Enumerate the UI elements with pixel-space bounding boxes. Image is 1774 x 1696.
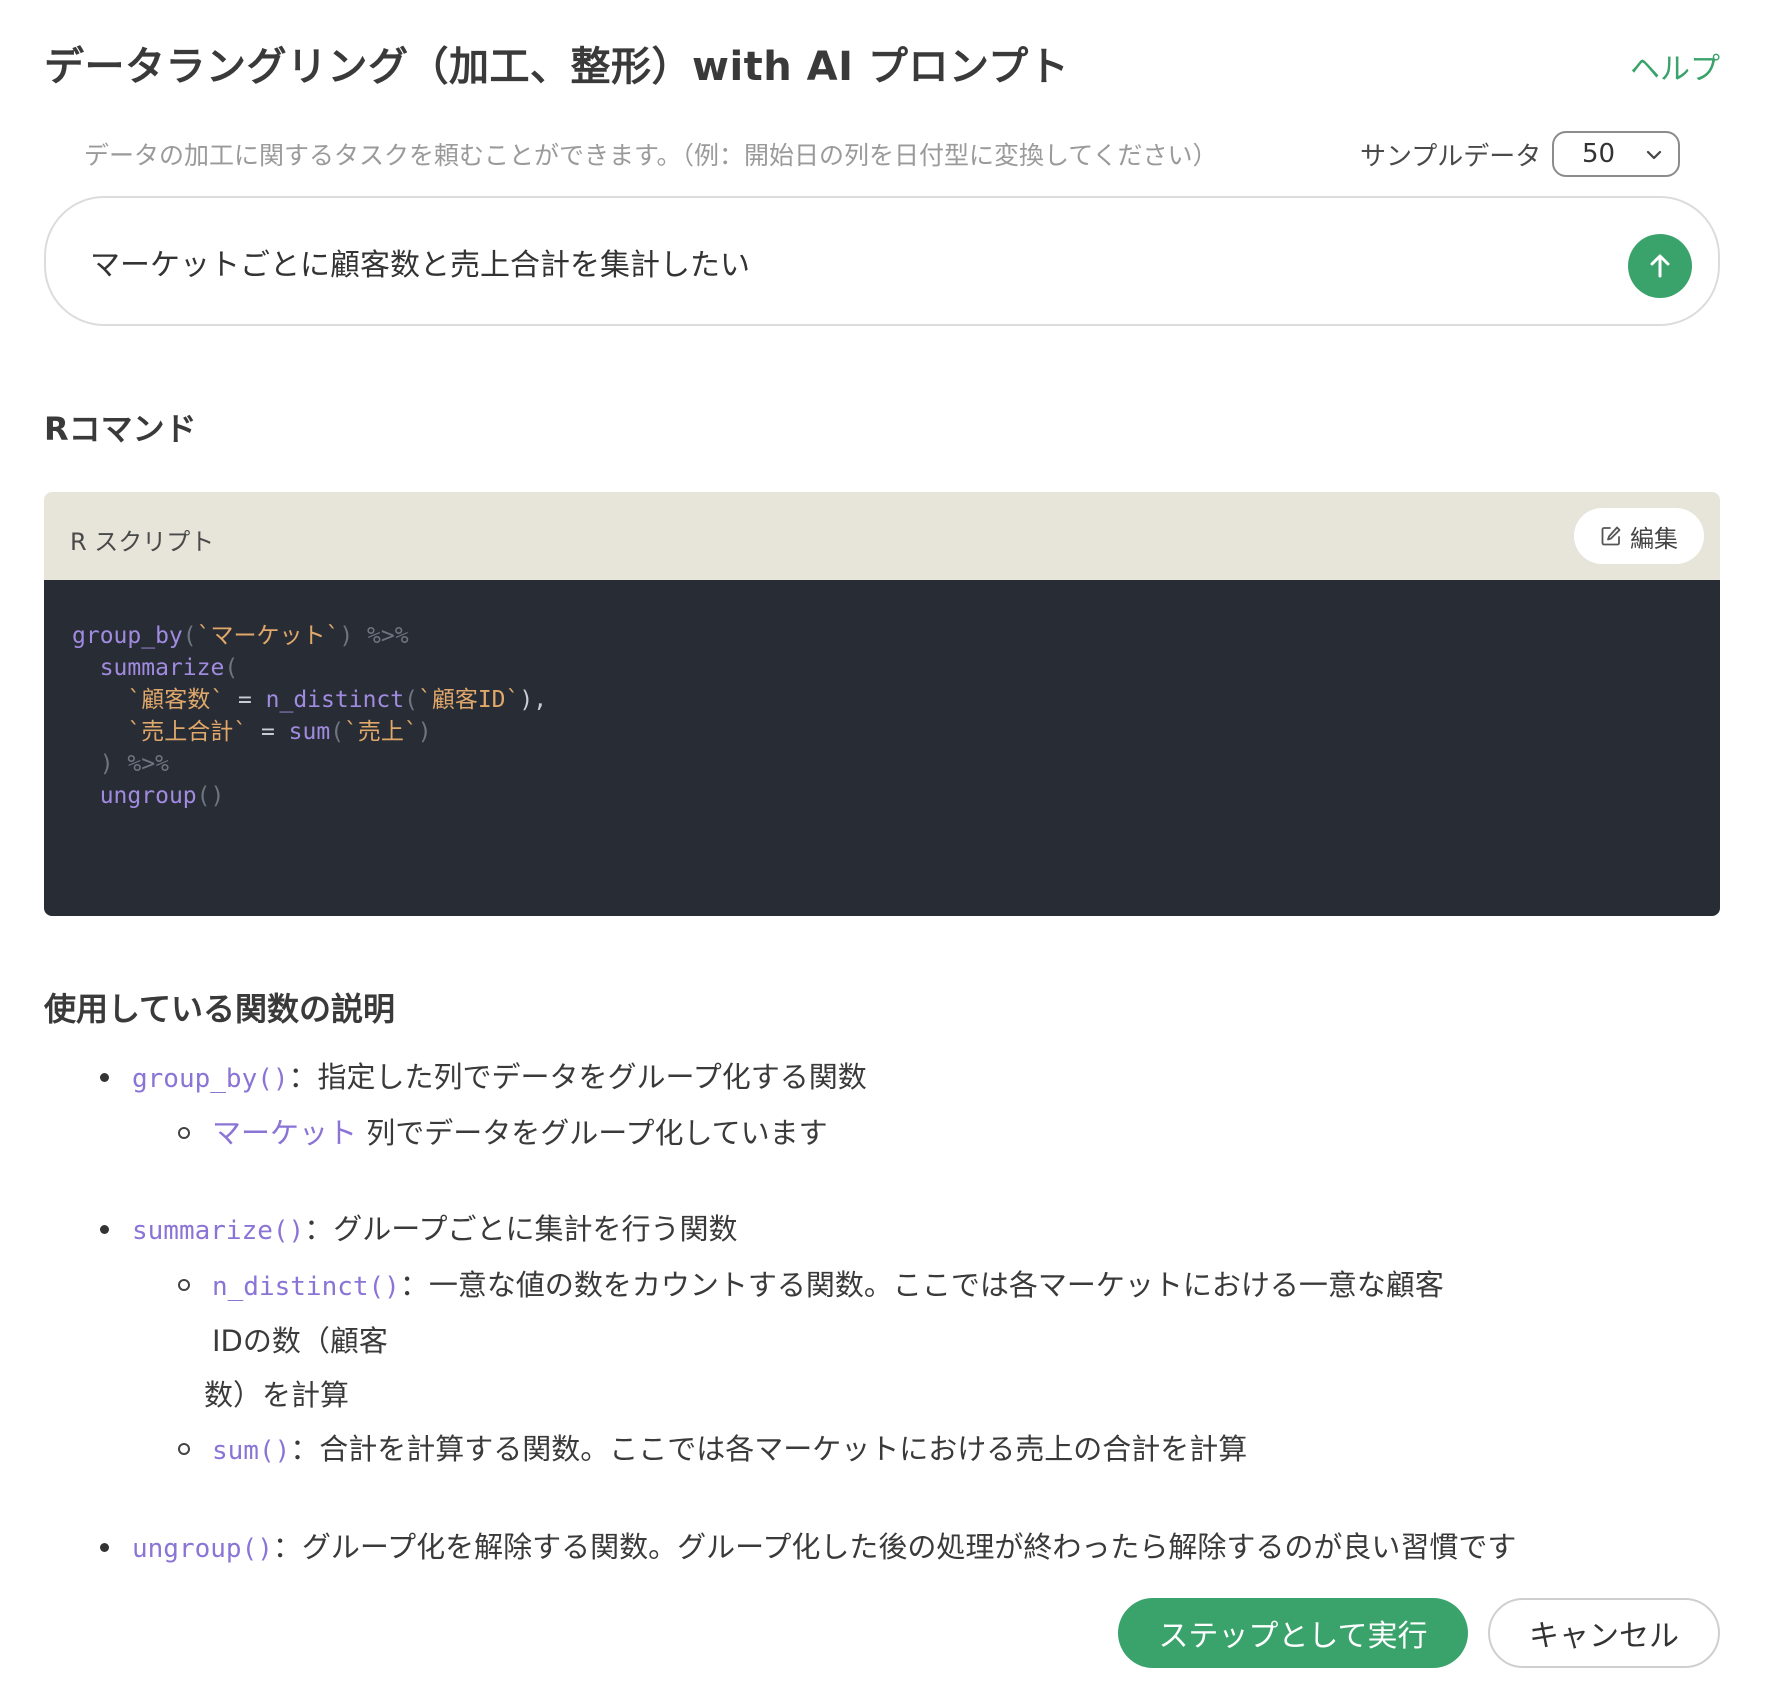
function-name: sum() <box>212 1436 291 1466</box>
code-token: `顧客数` <box>127 687 225 713</box>
dialog-title: データラングリング（加工、整形）with AI プロンプト <box>44 44 1070 90</box>
function-name: ungroup() <box>132 1534 273 1564</box>
chevron-down-icon <box>1646 150 1662 160</box>
code-token: n_distinct <box>265 687 405 713</box>
help-link[interactable]: ヘルプ <box>1630 44 1720 88</box>
r-script-panel: R スクリプト 編集 group_by(`マーケット`) %>% summari… <box>44 492 1720 916</box>
prompt-input-text[interactable]: マーケットごとに顧客数と売上合計を集計したい <box>90 240 750 284</box>
run-as-step-button[interactable]: ステップとして実行 <box>1118 1598 1468 1668</box>
sub-description: 列でデータをグループ化しています <box>357 1116 828 1150</box>
code-token: summarize <box>99 655 225 681</box>
code-token: `売上` <box>344 719 418 745</box>
code-line: group_by(`マーケット`) %>% <box>72 620 1692 652</box>
code-token: %>% <box>113 751 169 777</box>
r-script-header: R スクリプト 編集 <box>44 492 1720 580</box>
sub-list-item: n_distinct()：一意な値の数をカウントする関数。ここでは各マーケットに… <box>44 1258 1724 1422</box>
code-token: %>% <box>353 623 409 649</box>
edit-icon <box>1601 526 1621 546</box>
sample-data-label: サンプルデータ <box>1360 142 1542 172</box>
code-token: `マーケット` <box>196 623 340 649</box>
function-name: group_by() <box>132 1064 289 1094</box>
function-description: ：グループごとに集計を行う関数 <box>304 1212 738 1246</box>
sample-data-value: 50 <box>1582 139 1616 169</box>
code-token: ), <box>519 687 548 713</box>
function-explanation-list: group_by()：指定した列でデータをグループ化する関数 マーケット 列でデ… <box>44 1050 1724 1576</box>
prompt-input[interactable]: マーケットごとに顧客数と売上合計を集計したい <box>44 196 1720 326</box>
code-token: ( <box>404 687 418 713</box>
sample-data-select[interactable]: 50 <box>1552 131 1680 177</box>
cancel-button[interactable]: キャンセル <box>1488 1598 1720 1668</box>
bullet-icon <box>100 1225 109 1234</box>
code-token: `顧客ID` <box>417 687 520 713</box>
sub-description: ：合計を計算する関数。ここでは各マーケットにおける売上の合計を計算 <box>290 1432 1248 1466</box>
code-token: sum <box>288 719 331 745</box>
prompt-hint: データの加工に関するタスクを頼むことができます。（例：開始日の列を日付型に変換し… <box>84 141 1218 170</box>
circle-bullet-icon <box>178 1443 190 1455</box>
function-name: n_distinct() <box>212 1272 400 1302</box>
code-token: group_by <box>72 623 183 649</box>
code-token: ( <box>224 655 239 681</box>
function-description: ：指定した列でデータをグループ化する関数 <box>288 1060 867 1094</box>
code-token: ) <box>417 719 432 745</box>
code-token: () <box>196 783 225 809</box>
code-line: `売上合計` = sum(`売上`) <box>72 716 1692 748</box>
code-token: ) <box>99 751 114 777</box>
function-description: ：グループ化を解除する関数。グループ化した後の処理が終わったら解除するのが良い習… <box>272 1530 1517 1564</box>
list-item: group_by()：指定した列でデータをグループ化する関数 <box>44 1050 1724 1106</box>
circle-bullet-icon <box>178 1127 190 1139</box>
list-item: ungroup()：グループ化を解除する関数。グループ化した後の処理が終わったら… <box>44 1520 1724 1576</box>
function-name: summarize() <box>132 1216 305 1246</box>
code-line: ungroup() <box>72 780 1692 812</box>
code-token: = <box>224 687 266 713</box>
code-token: = <box>247 719 289 745</box>
function-explanation-heading: 使用している関数の説明 <box>44 990 396 1028</box>
sub-list-item: マーケット 列でデータをグループ化しています <box>44 1106 1724 1160</box>
bullet-icon <box>100 1073 109 1082</box>
code-line: `顧客数` = n_distinct(`顧客ID`), <box>72 684 1692 716</box>
code-token: ( <box>330 719 345 745</box>
code-line: ) %>% <box>72 748 1692 780</box>
code-token: ) <box>339 623 354 649</box>
circle-bullet-icon <box>178 1279 190 1291</box>
bullet-icon <box>100 1543 109 1552</box>
code-token: ungroup <box>99 783 197 809</box>
sub-list-item: sum()：合計を計算する関数。ここでは各マーケットにおける売上の合計を計算 <box>44 1422 1724 1478</box>
edit-button[interactable]: 編集 <box>1574 508 1704 564</box>
r-script-code[interactable]: group_by(`マーケット`) %>% summarize( `顧客数` =… <box>44 580 1720 916</box>
column-name: マーケット <box>212 1116 358 1150</box>
list-item: summarize()：グループごとに集計を行う関数 <box>44 1202 1724 1258</box>
send-button[interactable] <box>1628 234 1692 298</box>
code-token: `売上合計` <box>127 719 248 745</box>
r-command-heading: Rコマンド <box>44 410 197 448</box>
edit-label: 編集 <box>1630 524 1678 553</box>
sub-description-continued: 数）を計算 <box>204 1378 350 1412</box>
code-token: ( <box>182 623 197 649</box>
r-script-label: R スクリプト <box>70 528 215 556</box>
arrow-up-icon <box>1650 254 1670 278</box>
code-line: summarize( <box>72 652 1692 684</box>
